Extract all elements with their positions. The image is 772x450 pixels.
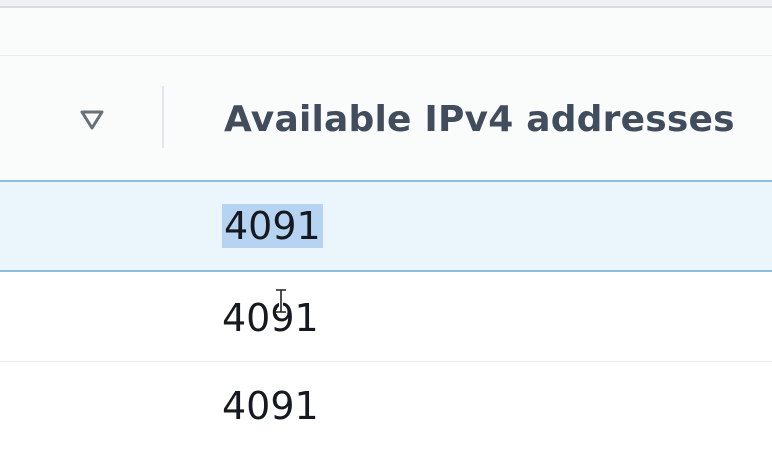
table-toolbar-strip [0,8,772,56]
available-ipv4-cell: 4091 [222,296,319,340]
available-ipv4-cell: 4091 [222,384,319,428]
sort-down-triangle-icon[interactable] [78,106,106,134]
table-row[interactable]: 4091 [0,180,772,272]
i-beam-cursor-icon [276,288,286,314]
selected-text: 4091 [222,204,323,248]
table-row[interactable]: 4091 [0,362,772,450]
table-row[interactable]: 4091 [0,272,772,362]
available-ipv4-cell: 4091 [222,204,323,248]
column-header-available-ipv4[interactable]: Available IPv4 addresses [224,96,735,144]
column-resize-divider[interactable] [162,86,164,148]
table-viewport: Available IPv4 addresses 4091 4091 4091 [0,0,772,450]
container-top-border [0,0,772,8]
